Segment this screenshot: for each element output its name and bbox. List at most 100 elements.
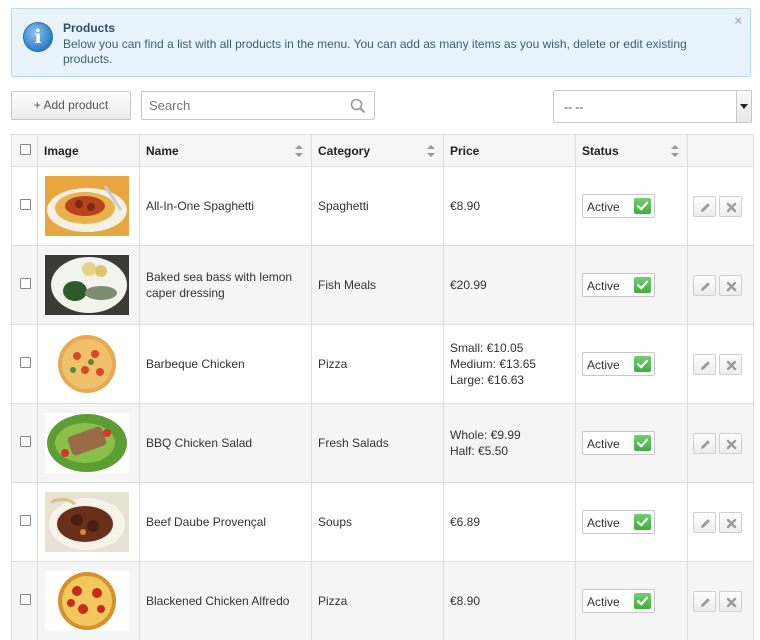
price-line: €6.89 xyxy=(450,515,481,529)
product-name: BBQ Chicken Salad xyxy=(146,436,253,450)
status-toggle[interactable]: Active xyxy=(582,510,655,534)
delete-button[interactable] xyxy=(719,511,742,533)
column-header-status-label: Status xyxy=(582,143,619,158)
column-header-category-label: Category xyxy=(318,143,371,158)
select-all-checkbox[interactable] xyxy=(20,143,31,155)
status-cell: Active xyxy=(575,166,688,246)
delete-button[interactable] xyxy=(719,432,742,454)
price-line: €8.90 xyxy=(450,594,481,608)
price-line: Whole: €9.99 xyxy=(450,428,521,442)
status-toggle[interactable]: Active xyxy=(582,273,655,297)
spaghetti-photo xyxy=(45,176,129,236)
pencil-icon xyxy=(701,518,710,528)
product-name: Beef Daube Provençal xyxy=(146,515,267,529)
close-icon xyxy=(726,518,737,528)
select-all-cell xyxy=(11,134,38,167)
search-box xyxy=(141,91,375,120)
delete-button[interactable] xyxy=(719,274,742,296)
table-row: Blackened Chicken Alfredo Pizza €8.90 Ac… xyxy=(11,561,754,640)
price-line: Small: €10.05 xyxy=(450,341,524,355)
product-name: Baked sea bass with lemon caper dressing xyxy=(146,270,293,300)
chevron-down-icon[interactable] xyxy=(736,91,751,122)
table-row: Beef Daube Provençal Soups €6.89 Active xyxy=(11,482,754,562)
pencil-icon xyxy=(701,202,710,212)
products-table: Image Name Category Price Status All-In-… xyxy=(11,134,754,640)
price-cell: €20.99 xyxy=(443,245,576,325)
delete-button[interactable] xyxy=(719,353,742,375)
filter-select-value: -- -- xyxy=(564,100,584,114)
column-header-status[interactable]: Status xyxy=(575,134,688,167)
price-line: Large: €16.63 xyxy=(450,373,525,387)
search-icon[interactable] xyxy=(350,98,366,117)
column-header-name[interactable]: Name xyxy=(139,134,312,167)
row-select-cell xyxy=(11,324,38,404)
column-header-image: Image xyxy=(37,134,140,167)
price-cell: Whole: €9.99 Half: €5.50 xyxy=(443,403,576,483)
edit-button[interactable] xyxy=(693,353,716,375)
edit-button[interactable] xyxy=(693,590,716,612)
status-toggle[interactable]: Active xyxy=(582,589,655,613)
price-line: €20.99 xyxy=(450,278,487,292)
edit-button[interactable] xyxy=(693,511,716,533)
column-header-price: Price xyxy=(443,134,576,167)
row-checkbox[interactable] xyxy=(20,278,31,289)
edit-button[interactable] xyxy=(693,195,716,217)
column-header-name-label: Name xyxy=(146,143,179,158)
filter-select[interactable]: -- -- xyxy=(553,90,752,123)
status-cell: Active xyxy=(575,482,688,562)
actions-cell xyxy=(687,166,754,246)
alert-text: Below you can find a list with all produ… xyxy=(63,37,687,66)
status-toggle[interactable]: Active xyxy=(582,194,655,218)
row-select-cell xyxy=(11,245,38,325)
close-icon xyxy=(726,281,737,291)
edit-button[interactable] xyxy=(693,274,716,296)
close-icon[interactable]: × xyxy=(734,13,742,28)
status-label: Active xyxy=(587,279,620,293)
product-category: Pizza xyxy=(318,357,348,371)
name-cell: BBQ Chicken Salad xyxy=(139,403,312,483)
column-header-category[interactable]: Category xyxy=(311,134,444,167)
actions-cell xyxy=(687,324,754,404)
row-checkbox[interactable] xyxy=(20,357,31,368)
edit-button[interactable] xyxy=(693,432,716,454)
name-cell: Barbeque Chicken xyxy=(139,324,312,404)
category-cell: Fresh Salads xyxy=(311,403,444,483)
delete-button[interactable] xyxy=(719,590,742,612)
status-toggle[interactable]: Active xyxy=(582,352,655,376)
price-line: Half: €5.50 xyxy=(450,444,509,458)
check-icon xyxy=(634,593,651,609)
image-cell xyxy=(37,166,140,246)
price-cell: €8.90 xyxy=(443,166,576,246)
close-icon xyxy=(726,202,737,212)
status-cell: Active xyxy=(575,324,688,404)
check-icon xyxy=(634,356,651,372)
table-header-row: Image Name Category Price Status xyxy=(11,134,754,167)
name-cell: Blackened Chicken Alfredo xyxy=(139,561,312,640)
price-cell: Small: €10.05 Medium: €13.65 Large: €16.63 xyxy=(443,324,576,404)
pencil-icon xyxy=(701,360,710,370)
status-label: Active xyxy=(587,595,620,609)
salad-photo xyxy=(45,413,129,473)
category-cell: Fish Meals xyxy=(311,245,444,325)
sort-icon[interactable] xyxy=(671,145,679,157)
product-category: Pizza xyxy=(318,594,348,608)
sort-icon[interactable] xyxy=(295,145,303,157)
row-checkbox[interactable] xyxy=(20,515,31,526)
name-cell: Baked sea bass with lemon caper dressing xyxy=(139,245,312,325)
info-icon: i xyxy=(23,22,53,52)
row-select-cell xyxy=(11,482,38,562)
product-name: All-In-One Spaghetti xyxy=(146,199,255,213)
add-product-button[interactable]: + Add product xyxy=(11,91,131,120)
search-input[interactable] xyxy=(142,92,342,119)
row-checkbox[interactable] xyxy=(20,436,31,447)
delete-button[interactable] xyxy=(719,195,742,217)
close-icon xyxy=(726,597,737,607)
status-toggle[interactable]: Active xyxy=(582,431,655,455)
status-label: Active xyxy=(587,437,620,451)
sort-icon[interactable] xyxy=(427,145,435,157)
product-category: Fresh Salads xyxy=(318,436,389,450)
product-price: €8.90 xyxy=(450,593,575,609)
row-checkbox[interactable] xyxy=(20,199,31,210)
row-checkbox[interactable] xyxy=(20,594,31,605)
alert-title: Products xyxy=(63,21,116,35)
